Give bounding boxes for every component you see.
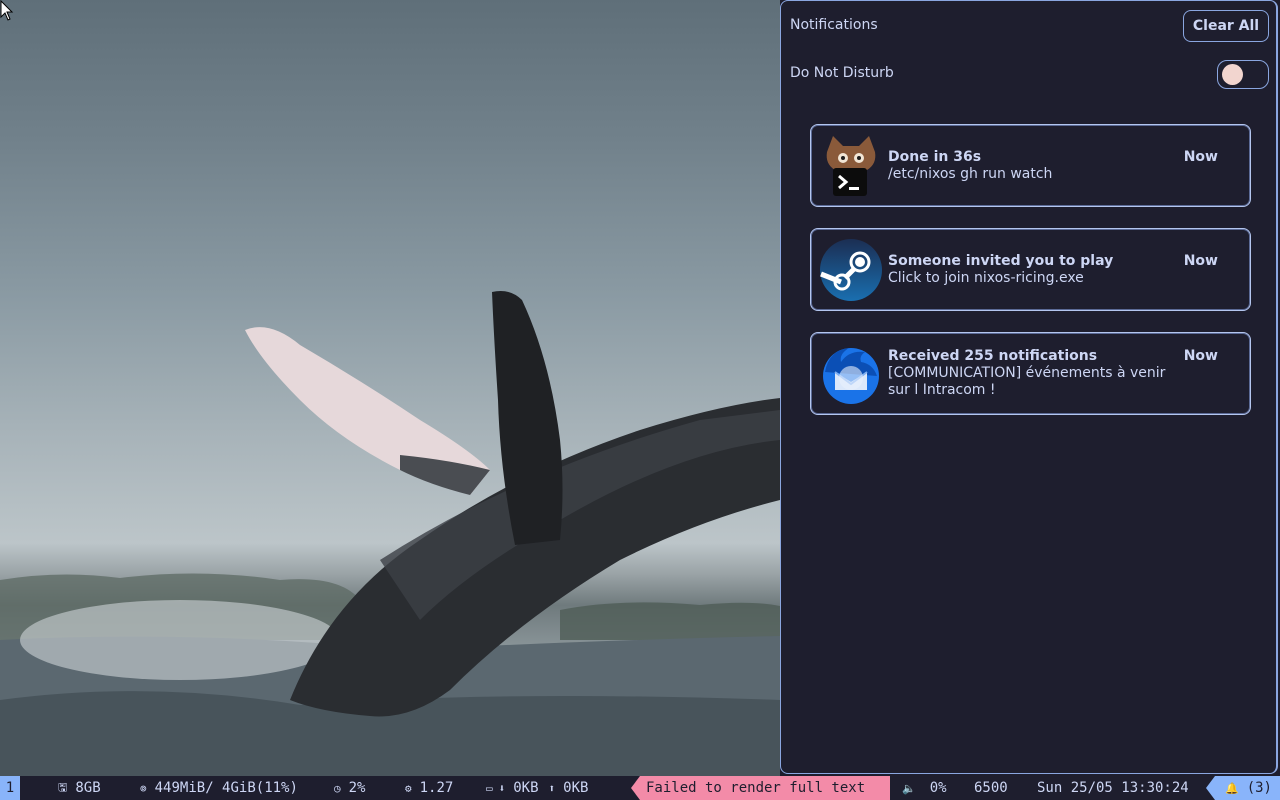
notification-card[interactable]: Someone invited you to play Now Click to… <box>810 228 1251 311</box>
steam-icon <box>820 239 882 301</box>
notification-time: Now <box>1183 149 1218 165</box>
clock[interactable]: Sun 25/05 13:30:24 <box>1037 776 1189 800</box>
bell-icon: 🔔 <box>1225 781 1239 795</box>
notification-time: Now <box>1183 348 1218 364</box>
thunderbird-icon <box>823 348 879 404</box>
volume-module[interactable]: 🔈 0% <box>902 776 947 800</box>
mouse-cursor-icon <box>0 0 14 21</box>
speaker-icon: 🔈 <box>902 781 916 795</box>
desktop-wallpaper <box>0 0 780 776</box>
cpu-icon: ◷ <box>334 781 341 795</box>
memory-module: ⊚ 449MiB/ 4GiB(11%) <box>140 776 298 800</box>
notification-body: [COMMUNICATION] événements à venir sur l… <box>888 365 1166 398</box>
network-module: ▭ ⬇ 0KB ⬆ 0KB <box>486 776 588 800</box>
notification-count: (3) <box>1246 780 1272 796</box>
workspace-indicator[interactable]: 1 <box>0 776 20 800</box>
notification-toggle[interactable]: 🔔 (3) <box>1206 776 1280 800</box>
load-module: ⚙ 1.27 <box>405 776 453 800</box>
volume-value: 0% <box>929 780 947 796</box>
gear-icon: ⚙ <box>405 781 412 795</box>
dnd-label: Do Not Disturb <box>790 65 894 81</box>
notification-card[interactable]: Done in 36s Now /etc/nixos gh run watch <box>810 124 1251 207</box>
load-value: 1.27 <box>419 780 454 796</box>
dnd-toggle[interactable] <box>1217 60 1269 89</box>
temperature-value: 6500 <box>974 780 1008 796</box>
notification-card[interactable]: Received 255 notifications Now [COMMUNIC… <box>810 332 1251 415</box>
memory-icon: ⊚ <box>140 781 147 795</box>
error-module: Failed to render full text <box>631 776 890 800</box>
disk-value: 8GB <box>75 780 101 796</box>
terminal-cat-icon <box>826 136 876 196</box>
download-icon: ⬇ <box>498 781 506 795</box>
whale-illustration <box>0 291 780 776</box>
clear-all-button[interactable]: Clear All <box>1183 10 1269 42</box>
notification-center: Notifications Clear All Do Not Disturb D… <box>780 0 1278 774</box>
notification-body: Click to join nixos-ricing.exe <box>888 270 1084 286</box>
disk-module: 🖫 8GB <box>58 776 101 800</box>
notification-title: Done in 36s <box>888 149 982 165</box>
cpu-value: 2% <box>348 780 366 796</box>
cpu-module: ◷ 2% <box>334 776 365 800</box>
net-down-value: 0KB <box>513 780 539 796</box>
notification-time: Now <box>1183 253 1218 269</box>
panel-title: Notifications <box>790 17 878 33</box>
memory-value: 449MiB/ 4GiB(11%) <box>154 780 298 796</box>
notification-body: /etc/nixos gh run watch <box>888 166 1053 182</box>
status-bar: 1 🖫 8GB ⊚ 449MiB/ 4GiB(11%) ◷ 2% ⚙ 1.27 … <box>0 776 1280 800</box>
notification-title: Received 255 notifications <box>888 348 1098 364</box>
disk-icon: 🖫 <box>58 780 68 794</box>
network-icon: ▭ <box>486 781 493 795</box>
dnd-toggle-knob <box>1222 64 1243 85</box>
notification-title: Someone invited you to play <box>888 253 1114 269</box>
upload-icon: ⬆ <box>548 781 556 795</box>
net-up-value: 0KB <box>563 780 589 796</box>
